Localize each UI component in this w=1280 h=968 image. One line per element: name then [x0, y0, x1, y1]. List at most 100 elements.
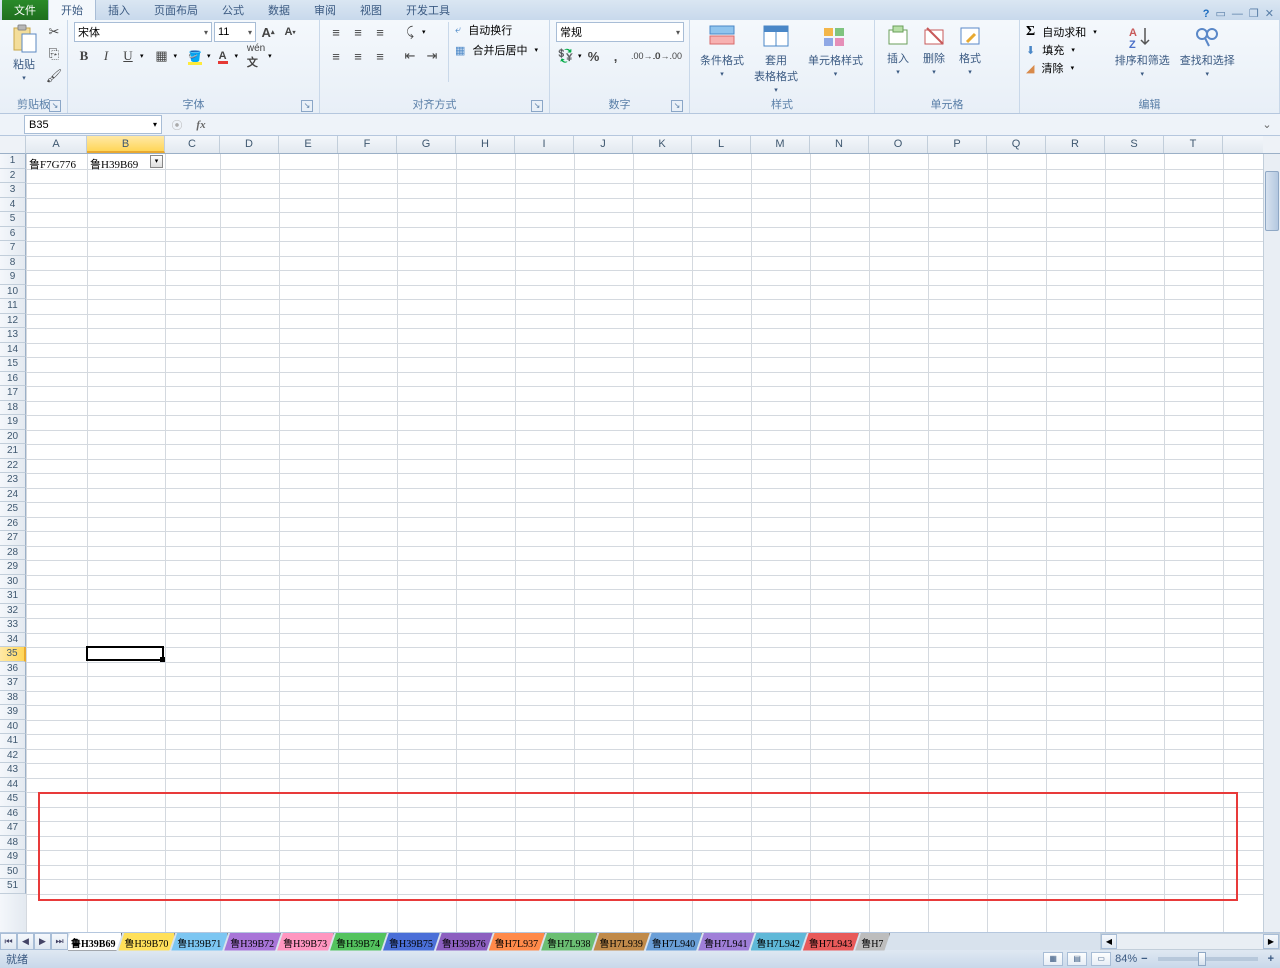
row-header[interactable]: 17: [0, 386, 26, 401]
next-sheet-button[interactable]: ▶: [34, 933, 51, 950]
row-header[interactable]: 30: [0, 575, 26, 590]
row-header[interactable]: 35: [0, 647, 26, 662]
row-header[interactable]: 11: [0, 299, 26, 314]
conditional-format-button[interactable]: 条件格式▾: [696, 22, 748, 80]
row-header[interactable]: 12: [0, 314, 26, 329]
column-header[interactable]: T: [1164, 136, 1223, 153]
cell-styles-button[interactable]: 单元格样式▾: [804, 22, 867, 80]
last-sheet-button[interactable]: ⏭: [51, 933, 68, 950]
column-header[interactable]: D: [220, 136, 279, 153]
tab-审阅[interactable]: 审阅: [302, 0, 348, 20]
formula-input[interactable]: [216, 116, 1252, 134]
format-painter-button[interactable]: 🖌: [44, 66, 64, 86]
format-cells-button[interactable]: 格式▾: [953, 22, 987, 78]
row-header[interactable]: 19: [0, 415, 26, 430]
decrease-indent-button[interactable]: ⇤: [400, 46, 420, 66]
column-header[interactable]: J: [574, 136, 633, 153]
row-header[interactable]: 34: [0, 633, 26, 648]
font-size-combo[interactable]: 11▾: [214, 22, 256, 42]
wrap-text-button[interactable]: ⤶ 自动换行: [455, 22, 538, 38]
row-header[interactable]: 49: [0, 850, 26, 865]
dialog-launcher-icon[interactable]: ↘: [671, 100, 683, 112]
tab-开始[interactable]: 开始: [48, 0, 96, 20]
tab-视图[interactable]: 视图: [348, 0, 394, 20]
help-icon[interactable]: ?: [1203, 8, 1210, 20]
row-header[interactable]: 45: [0, 792, 26, 807]
row-header[interactable]: 33: [0, 618, 26, 633]
align-right-button[interactable]: ≡: [370, 46, 390, 66]
sheet-tab[interactable]: 鲁H7L941: [698, 933, 754, 951]
close-icon[interactable]: ✕: [1265, 7, 1274, 20]
row-header[interactable]: 43: [0, 763, 26, 778]
column-header[interactable]: Q: [987, 136, 1046, 153]
minimize-ribbon-icon[interactable]: ▭: [1216, 7, 1226, 20]
row-header[interactable]: 26: [0, 517, 26, 532]
zoom-level[interactable]: 84%: [1115, 953, 1137, 965]
delete-cells-button[interactable]: 删除▾: [917, 22, 951, 78]
active-cell[interactable]: [86, 646, 164, 661]
column-header[interactable]: N: [810, 136, 869, 153]
select-all-corner[interactable]: [0, 136, 26, 154]
merge-center-button[interactable]: ▦ 合并后居中 ▾: [455, 42, 538, 58]
first-sheet-button[interactable]: ⏮: [0, 933, 17, 950]
copy-button[interactable]: ⎘: [44, 44, 64, 64]
row-header[interactable]: 4: [0, 198, 26, 213]
row-header[interactable]: 25: [0, 502, 26, 517]
expand-formula-icon[interactable]: ⦿: [168, 116, 186, 134]
minimize-icon[interactable]: —: [1232, 8, 1243, 20]
sort-filter-button[interactable]: AZ排序和筛选▾: [1111, 22, 1174, 80]
clear-button[interactable]: ◢ 清除 ▾: [1026, 60, 1097, 76]
row-header[interactable]: 6: [0, 227, 26, 242]
zoom-in-button[interactable]: +: [1268, 953, 1274, 965]
tab-file[interactable]: 文件: [2, 0, 48, 20]
expand-bar-icon[interactable]: ⌄: [1258, 116, 1276, 134]
row-header[interactable]: 32: [0, 604, 26, 619]
horizontal-scrollbar[interactable]: ◀▶: [1100, 933, 1280, 950]
row-header[interactable]: 7: [0, 241, 26, 256]
sheet-tab[interactable]: 鲁H7L937: [489, 933, 545, 951]
row-header[interactable]: 16: [0, 372, 26, 387]
row-header[interactable]: 13: [0, 328, 26, 343]
row-header[interactable]: 42: [0, 749, 26, 764]
column-header[interactable]: E: [279, 136, 338, 153]
sheet-tab[interactable]: 鲁H7L938: [541, 933, 597, 951]
increase-font-button[interactable]: A▴: [258, 22, 278, 42]
row-header[interactable]: 36: [0, 662, 26, 677]
row-header[interactable]: 50: [0, 865, 26, 880]
page-layout-view-button[interactable]: ▤: [1067, 952, 1087, 966]
border-button[interactable]: ▦: [152, 46, 172, 66]
sheet-tab[interactable]: 鲁H7L943: [803, 933, 859, 951]
column-header[interactable]: I: [515, 136, 574, 153]
align-middle-button[interactable]: ≡: [348, 22, 368, 42]
phonetic-button[interactable]: wén文: [246, 46, 266, 66]
sheet-tab[interactable]: 鲁H7L939: [593, 933, 649, 951]
row-header[interactable]: 1: [0, 154, 26, 169]
underline-button[interactable]: U: [118, 46, 138, 66]
column-header[interactable]: C: [165, 136, 220, 153]
row-header[interactable]: 20: [0, 430, 26, 445]
align-top-button[interactable]: ≡: [326, 22, 346, 42]
zoom-slider[interactable]: [1158, 957, 1258, 961]
column-header[interactable]: P: [928, 136, 987, 153]
row-header[interactable]: 40: [0, 720, 26, 735]
format-as-table-button[interactable]: 套用 表格格式▾: [750, 22, 802, 96]
row-header[interactable]: 29: [0, 560, 26, 575]
row-header[interactable]: 46: [0, 807, 26, 822]
row-header[interactable]: 9: [0, 270, 26, 285]
sheet-tab[interactable]: 鲁H39B76: [436, 933, 493, 951]
sheet-tab[interactable]: 鲁H39B75: [383, 933, 440, 951]
tab-数据[interactable]: 数据: [256, 0, 302, 20]
row-header[interactable]: 47: [0, 821, 26, 836]
vertical-scrollbar[interactable]: [1263, 154, 1280, 932]
column-header[interactable]: M: [751, 136, 810, 153]
row-header[interactable]: 48: [0, 836, 26, 851]
row-header[interactable]: 24: [0, 488, 26, 503]
increase-indent-button[interactable]: ⇥: [422, 46, 442, 66]
row-header[interactable]: 21: [0, 444, 26, 459]
row-header[interactable]: 37: [0, 676, 26, 691]
column-header[interactable]: H: [456, 136, 515, 153]
maximize-icon[interactable]: ❐: [1249, 7, 1259, 20]
row-header[interactable]: 44: [0, 778, 26, 793]
sheet-tab[interactable]: 鲁H7L940: [646, 933, 702, 951]
row-header[interactable]: 38: [0, 691, 26, 706]
